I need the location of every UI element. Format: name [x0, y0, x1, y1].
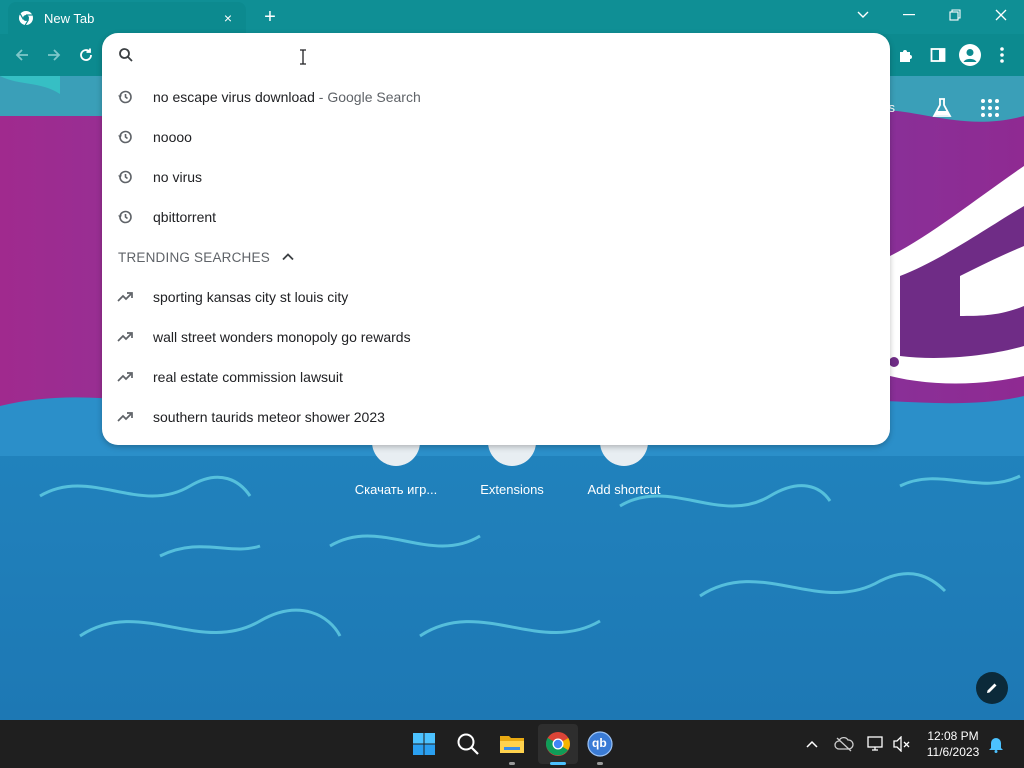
history-icon	[118, 130, 132, 144]
onedrive-tray[interactable]	[834, 734, 854, 754]
trending-text: southern taurids meteor shower 2023	[153, 409, 385, 425]
clock-time: 12:08 PM	[927, 729, 979, 743]
clock-date: 11/6/2023	[926, 745, 980, 759]
trending-header-label: TRENDING SEARCHES	[118, 249, 270, 265]
title-bar: New Tab × +	[0, 0, 1024, 34]
new-tab-button[interactable]: +	[258, 5, 282, 29]
pencil-icon	[987, 683, 997, 693]
trending-icon	[117, 292, 133, 302]
search-icon	[119, 48, 133, 62]
more-vertical-icon	[1000, 47, 1004, 63]
forward-button[interactable]	[42, 43, 66, 67]
close-icon	[995, 9, 1007, 21]
arrow-right-icon	[48, 49, 61, 61]
bell-icon	[989, 738, 1003, 753]
avatar-icon	[959, 44, 981, 66]
tab-title: New Tab	[44, 10, 95, 26]
text-cursor-icon	[300, 49, 306, 65]
suggestion-text: no virus	[153, 169, 203, 185]
close-window-button[interactable]	[978, 0, 1024, 30]
notifications-button[interactable]	[986, 734, 1006, 754]
chevron-down-icon	[857, 11, 869, 18]
arrow-left-icon	[15, 49, 28, 61]
shortcut-label: Скачать игр...	[354, 482, 438, 497]
suggestion-suffix: - Google Search	[314, 89, 421, 105]
chevron-up-icon[interactable]	[280, 249, 296, 265]
suggestion-item[interactable]: no virus	[102, 157, 890, 197]
side-panel-button[interactable]	[926, 43, 950, 67]
suggestion-item[interactable]: noooo	[102, 117, 890, 157]
suggestion-text: no escape virus download - Google Search	[153, 89, 421, 105]
windows-start-icon	[413, 733, 435, 755]
trending-item[interactable]: sporting kansas city st louis city	[102, 277, 890, 317]
restore-button[interactable]	[932, 0, 978, 30]
menu-button[interactable]	[990, 43, 1014, 67]
network-tray[interactable]	[866, 734, 886, 754]
address-bar-input[interactable]	[142, 43, 842, 67]
network-icon	[867, 736, 883, 751]
history-icon	[118, 90, 132, 104]
suggestion-text: qbittorrent	[153, 209, 217, 225]
trending-icon	[117, 332, 133, 342]
tab-close-icon[interactable]: ×	[220, 10, 236, 26]
qbittorrent-taskbar-button[interactable]: qb	[584, 728, 616, 760]
active-indicator	[550, 762, 566, 765]
suggestion-item[interactable]: qbittorrent	[102, 197, 890, 237]
cloud-off-icon	[834, 736, 854, 752]
show-hidden-icons-button[interactable]	[802, 734, 822, 754]
back-button[interactable]	[10, 43, 34, 67]
trending-item[interactable]: southern taurids meteor shower 2023	[102, 397, 890, 437]
profile-button[interactable]	[958, 43, 982, 67]
flask-icon[interactable]	[930, 96, 954, 120]
minimize-button[interactable]	[886, 0, 932, 30]
system-clock[interactable]: 12:08 PM 11/6/2023	[920, 728, 986, 760]
qbittorrent-label: qb	[592, 736, 607, 750]
extensions-button[interactable]	[894, 43, 918, 67]
shortcut-label: Extensions	[480, 482, 544, 497]
windows-taskbar: qb 12:08 PM 11/6/2023	[0, 720, 1024, 768]
trending-icon	[117, 372, 133, 382]
trending-icon	[117, 412, 133, 422]
running-indicator	[509, 762, 515, 765]
restore-icon	[949, 9, 961, 21]
reload-button[interactable]	[74, 43, 98, 67]
trending-searches-header[interactable]: TRENDING SEARCHES	[118, 249, 296, 265]
history-icon	[118, 170, 132, 184]
volume-tray[interactable]	[892, 734, 912, 754]
puzzle-icon	[900, 50, 912, 62]
start-button[interactable]	[408, 728, 440, 760]
side-panel-icon	[930, 48, 946, 62]
trending-text: wall street wonders monopoly go rewards	[153, 329, 411, 345]
trending-item[interactable]: real estate commission lawsuit	[102, 357, 890, 397]
chrome-taskbar-button[interactable]	[542, 728, 574, 760]
chrome-icon	[546, 732, 570, 756]
tab-search-button[interactable]	[840, 0, 886, 30]
chrome-icon	[19, 11, 33, 26]
shortcut-label: Add shortcut	[587, 482, 661, 497]
chevron-up-icon	[806, 740, 818, 748]
file-explorer-button[interactable]	[496, 728, 528, 760]
tab-new-tab[interactable]: New Tab ×	[8, 2, 246, 34]
suggestion-text: noooo	[153, 129, 192, 145]
file-explorer-icon	[500, 736, 524, 753]
omnibox-row	[102, 33, 890, 77]
minimize-icon	[903, 14, 915, 16]
omnibox-dropdown: no escape virus download - Google Search…	[102, 33, 890, 445]
taskbar-search-button[interactable]	[452, 728, 484, 760]
search-icon	[457, 733, 479, 755]
history-icon	[118, 210, 132, 224]
volume-muted-icon	[893, 736, 910, 752]
apps-grid-icon[interactable]	[980, 98, 1000, 118]
reload-icon	[80, 48, 92, 61]
running-indicator	[597, 762, 603, 765]
customize-button[interactable]	[976, 672, 1008, 704]
trending-text: sporting kansas city st louis city	[153, 289, 349, 305]
trending-item[interactable]: wall street wonders monopoly go rewards	[102, 317, 890, 357]
suggestion-item[interactable]: no escape virus download - Google Search	[102, 77, 890, 117]
trending-text: real estate commission lawsuit	[153, 369, 343, 385]
